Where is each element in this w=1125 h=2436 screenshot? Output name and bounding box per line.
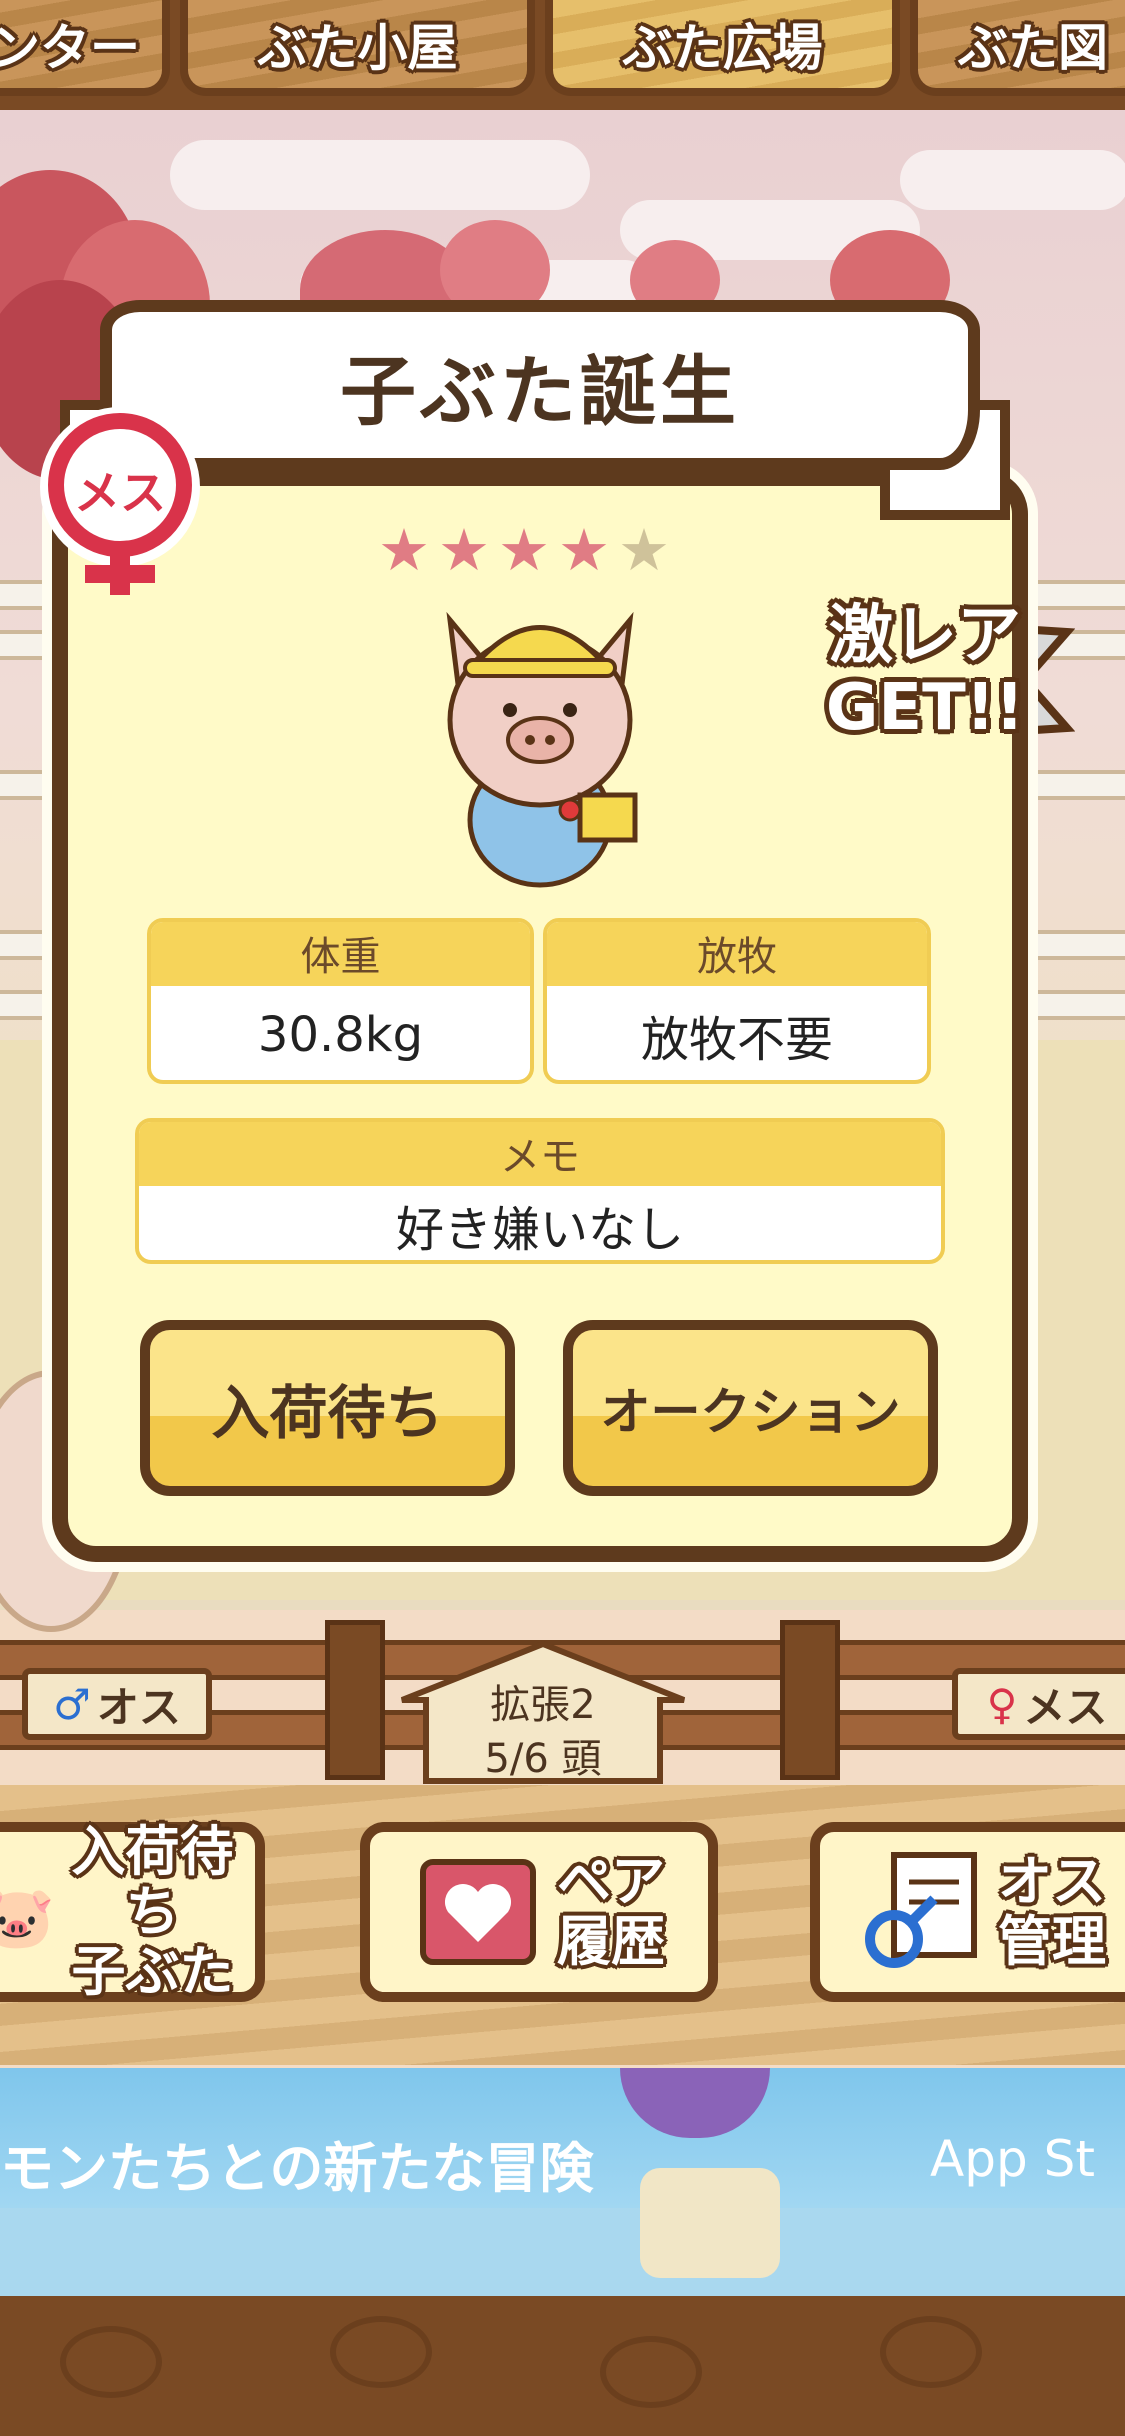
- star-filled-icon: ★: [498, 516, 550, 584]
- pen-capacity-sign: 拡張2 5/6 頭: [398, 1640, 688, 1785]
- grazing-box: 放牧 放牧不要: [543, 918, 931, 1084]
- male-symbol-icon: ♂: [53, 1679, 91, 1729]
- tab-pig-book[interactable]: ぶた図: [910, 0, 1125, 96]
- rare-get-text: 激レア GET!!: [825, 599, 1025, 745]
- pig-count: 5/6 頭: [484, 1736, 602, 1782]
- memo-value: 好き嫌いなし: [395, 1202, 684, 1258]
- waiting-piglets-button[interactable]: 🐷 入荷待ち 子ぶた: [0, 1822, 265, 2002]
- balloon-image: [620, 2068, 770, 2138]
- ad-text: モンたちとの新たな冒険: [0, 2137, 594, 2200]
- piglet-icon: [446, 611, 638, 888]
- heart-book-icon: [420, 1859, 536, 1965]
- tab-pig-plaza[interactable]: ぶた広場: [545, 0, 900, 96]
- tab-center[interactable]: ンター: [0, 0, 170, 96]
- male-document-icon: [865, 1852, 977, 1968]
- weight-value: 30.8kg: [257, 1007, 424, 1063]
- rarity-stars: ★ ★ ★ ★ ★: [378, 520, 708, 580]
- wait-for-stock-button[interactable]: 入荷待ち: [140, 1320, 515, 1496]
- top-tab-bar: ンター ぶた小屋 ぶた広場 ぶた図: [0, 0, 1125, 110]
- star-empty-icon: ★: [618, 516, 670, 584]
- auction-button[interactable]: オークション: [563, 1320, 938, 1496]
- dialog-title: 子ぶた誕生: [340, 347, 740, 436]
- male-pen-sign: ♂ オス: [22, 1668, 212, 1740]
- memo-box: メモ 好き嫌いなし: [135, 1118, 945, 1264]
- female-symbol-icon: ♀: [986, 1679, 1018, 1729]
- female-pen-sign: ♀ メス: [952, 1668, 1125, 1740]
- female-badge: メス: [35, 405, 205, 605]
- weight-box: 体重 30.8kg: [147, 918, 534, 1084]
- expansion-level: 拡張2: [490, 1682, 596, 1728]
- star-filled-icon: ★: [438, 516, 490, 584]
- male-management-button[interactable]: オス 管理: [810, 1822, 1125, 2002]
- grazing-label: 放牧: [547, 922, 927, 986]
- characters-image: [640, 2168, 780, 2278]
- piglet-image: [420, 590, 660, 890]
- grazing-value: 放牧不要: [640, 1012, 833, 1068]
- memo-label: メモ: [139, 1122, 941, 1186]
- piglet-icon: 🐷: [0, 1883, 55, 1953]
- star-filled-icon: ★: [378, 516, 430, 584]
- bottom-background: [0, 2296, 1125, 2436]
- app-store-label: App St: [930, 2130, 1095, 2188]
- tab-pig-house[interactable]: ぶた小屋: [180, 0, 535, 96]
- weight-label: 体重: [151, 922, 530, 986]
- pair-history-button[interactable]: ペア 履歴: [360, 1822, 718, 2002]
- ad-banner[interactable]: モンたちとの新たな冒険 App St: [0, 2068, 1125, 2296]
- dialog-title-ribbon: 子ぶた誕生: [100, 300, 980, 470]
- star-filled-icon: ★: [558, 516, 610, 584]
